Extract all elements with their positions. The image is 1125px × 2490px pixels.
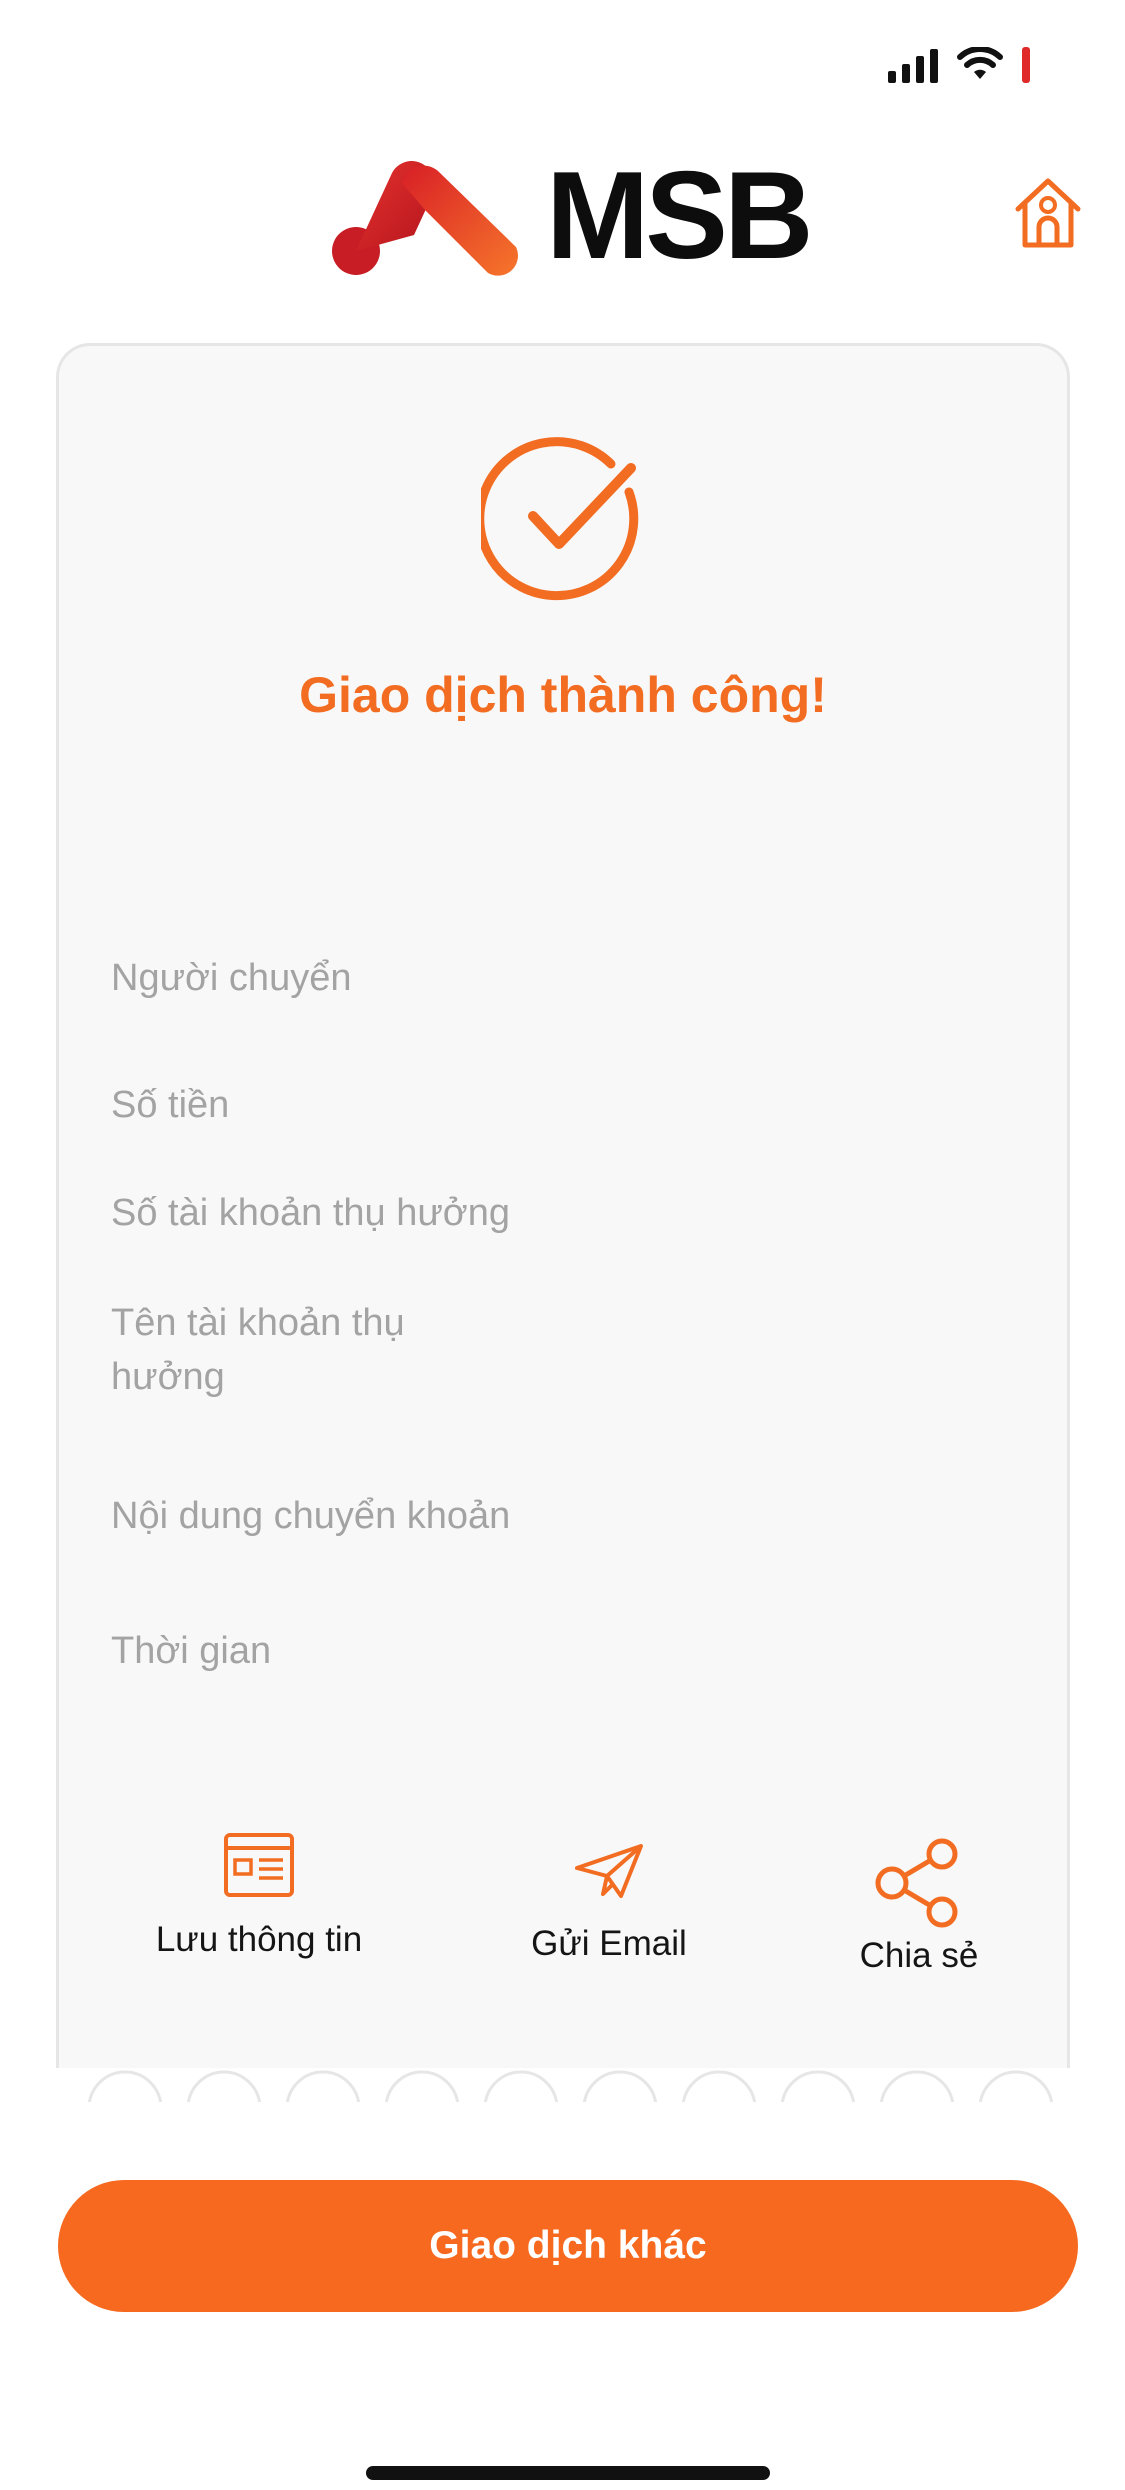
other-transaction-button[interactable]: Giao dịch khác bbox=[58, 2180, 1078, 2312]
home-icon bbox=[1015, 178, 1081, 248]
transaction-receipt-card: Giao dịch thành công! Người chuyển Số ti… bbox=[56, 343, 1070, 2068]
receipt-card-icon bbox=[224, 1833, 294, 1897]
wifi-icon bbox=[957, 47, 1003, 79]
home-indicator bbox=[366, 2466, 770, 2480]
beneficiary-name-label: Tên tài khoản thụ hưởng bbox=[111, 1296, 405, 1404]
paper-plane-icon bbox=[575, 1844, 643, 1898]
status-bar bbox=[888, 40, 1030, 90]
header: MSB bbox=[0, 150, 1125, 280]
time-label: Thời gian bbox=[111, 1630, 272, 1672]
beneficiary-account-label: Số tài khoản thụ hưởng bbox=[111, 1192, 510, 1234]
share-label: Chia sẻ bbox=[859, 1936, 979, 1975]
save-info-label: Lưu thông tin bbox=[155, 1920, 363, 1959]
home-button[interactable] bbox=[1012, 175, 1084, 251]
receipt-scalloped-edge bbox=[56, 2070, 1070, 2108]
check-circle-icon bbox=[481, 437, 639, 601]
share-icon bbox=[875, 1838, 958, 1928]
send-email-label: Gửi Email bbox=[531, 1924, 687, 1963]
save-info-button[interactable]: Lưu thông tin bbox=[149, 1832, 369, 1960]
amount-label: Số tiền bbox=[111, 1084, 230, 1126]
beneficiary-name-label-line1: Tên tài khoản thụ bbox=[111, 1302, 405, 1344]
cellular-signal-icon bbox=[888, 47, 938, 83]
transfer-content-label: Nội dung chuyển khoản bbox=[111, 1495, 511, 1537]
sender-label: Người chuyển bbox=[111, 957, 352, 999]
send-email-button[interactable]: Gửi Email bbox=[509, 1842, 709, 1964]
brand-name: MSB bbox=[546, 147, 814, 285]
share-button[interactable]: Chia sẻ bbox=[839, 1838, 999, 1976]
beneficiary-name-label-line2: hưởng bbox=[111, 1356, 225, 1398]
battery-icon bbox=[1022, 47, 1030, 83]
success-title: Giao dịch thành công! bbox=[299, 667, 827, 723]
msb-logo-mark bbox=[332, 161, 518, 276]
msb-logo: MSB bbox=[330, 147, 814, 285]
